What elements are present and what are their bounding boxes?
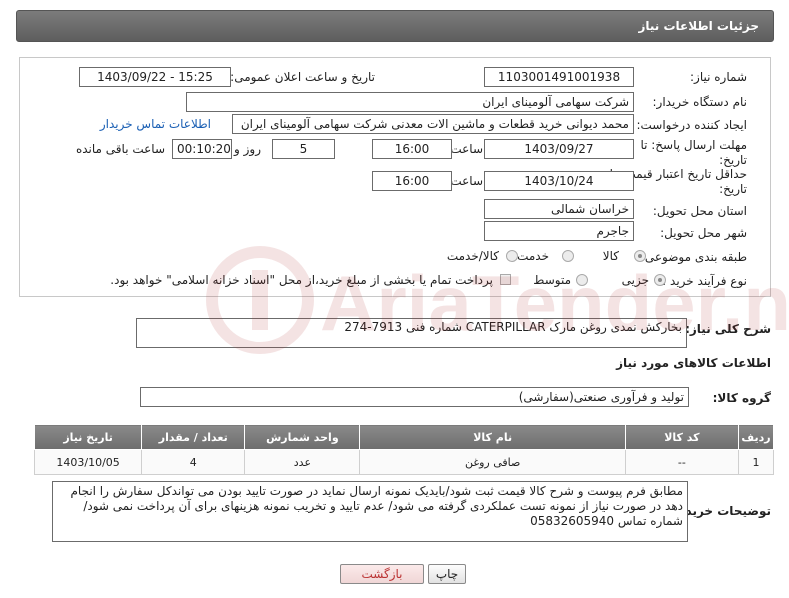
- buyer-org-field[interactable]: شرکت سهامی آلومینای ایران: [186, 92, 634, 112]
- col-date-header: تاریخ نیاز: [33, 424, 143, 450]
- deadline-label: مهلت ارسال پاسخ: تا: [640, 138, 747, 152]
- print-button[interactable]: چاپ: [428, 564, 466, 584]
- time-remaining-label: ساعت باقی مانده: [75, 142, 165, 156]
- process-radio-minor[interactable]: [654, 274, 666, 286]
- col-unit-header: واحد شمارش: [244, 424, 361, 450]
- treasury-payment-checkbox[interactable]: [500, 274, 511, 285]
- col-row-header: ردیف: [737, 424, 775, 450]
- deadline-date-field[interactable]: 1403/09/27: [484, 139, 634, 159]
- province-field[interactable]: خراسان شمالی: [484, 199, 634, 219]
- items-table: ردیف کد کالا نام کالا واحد شمارش تعداد /…: [33, 424, 775, 475]
- buyer-contact-link[interactable]: اطلاعات تماس خریدار: [100, 117, 211, 131]
- back-button[interactable]: بازگشت: [340, 564, 424, 584]
- cell-row: 1: [737, 449, 775, 475]
- requester-label: ایجاد کننده درخواست:: [636, 118, 747, 132]
- treasury-payment-note: پرداخت تمام یا بخشی از مبلغ خرید،از محل …: [110, 273, 493, 287]
- deadline-date-label: تاریخ:: [719, 153, 747, 167]
- process-option-medium: متوسط: [533, 273, 571, 287]
- goods-group-field[interactable]: تولید و فرآوری صنعتی(سفارشی): [140, 387, 689, 407]
- goods-group-label: گروه کالا:: [712, 391, 771, 405]
- category-radio-goods-service[interactable]: [506, 250, 518, 262]
- col-qty-header: تعداد / مقدار: [141, 424, 246, 450]
- panel-header: جزئیات اطلاعات نیاز: [16, 10, 774, 42]
- cell-qty: 4: [141, 449, 246, 475]
- requester-field[interactable]: محمد دیوانی خرید قطعات و ماشین الات معدن…: [232, 114, 634, 134]
- days-word-label: روز و: [234, 142, 261, 156]
- buyer-notes-textarea[interactable]: مطابق فرم پیوست و شرح کالا قیمت ثبت شود/…: [52, 481, 688, 542]
- category-label: طبقه بندی موضوعی:: [640, 250, 747, 264]
- need-number-field[interactable]: 1103001491001938: [484, 67, 634, 87]
- category-option-goods: کالا: [602, 249, 619, 263]
- category-radio-goods[interactable]: [634, 250, 646, 262]
- city-field[interactable]: جاجرم: [484, 221, 634, 241]
- need-number-label: شماره نیاز:: [690, 70, 747, 84]
- process-option-minor: جزیی: [621, 273, 649, 287]
- city-label: شهر محل تحویل:: [660, 226, 747, 240]
- page-title: جزئیات اطلاعات نیاز: [638, 19, 759, 33]
- cell-code: --: [624, 449, 739, 475]
- table-row[interactable]: 1 -- صافی روغن عدد 4 1403/10/05: [33, 449, 775, 475]
- cell-unit: عدد: [244, 449, 361, 475]
- deadline-time-field[interactable]: 16:00: [372, 139, 452, 159]
- goods-info-title: اطلاعات کالاهای مورد نیاز: [616, 356, 771, 370]
- category-radio-service[interactable]: [562, 250, 574, 262]
- validity-date-label: تاریخ:: [719, 182, 747, 196]
- deadline-time-label: ساعت: [450, 142, 483, 156]
- validity-time-field[interactable]: 16:00: [372, 171, 452, 191]
- validity-date-field[interactable]: 1403/10/24: [484, 171, 634, 191]
- process-radio-medium[interactable]: [576, 274, 588, 286]
- summary-label: شرح کلی نیاز:: [685, 322, 771, 336]
- announce-datetime-label: تاریخ و ساعت اعلان عمومی:: [230, 70, 375, 84]
- province-label: استان محل تحویل:: [652, 204, 747, 218]
- col-name-header: نام کالا: [359, 424, 626, 450]
- buyer-org-label: نام دستگاه خریدار:: [652, 95, 748, 109]
- col-code-header: کد کالا: [624, 424, 739, 450]
- validity-time-label: ساعت: [450, 174, 483, 188]
- announce-datetime-field[interactable]: 1403/09/22 - 15:25: [79, 67, 231, 87]
- cell-date: 1403/10/05: [33, 449, 143, 475]
- cell-name: صافی روغن: [359, 449, 626, 475]
- category-option-service: خدمت: [517, 249, 549, 263]
- process-label: نوع فرآیند خرید :: [662, 274, 747, 288]
- time-remaining-field[interactable]: 00:10:20: [172, 139, 232, 159]
- days-remaining-field[interactable]: 5: [272, 139, 335, 159]
- category-option-goods-service: کالا/خدمت: [446, 249, 499, 263]
- summary-textarea[interactable]: بخارکش نمدی روغن مارک CATERPILLAR شماره …: [136, 318, 687, 348]
